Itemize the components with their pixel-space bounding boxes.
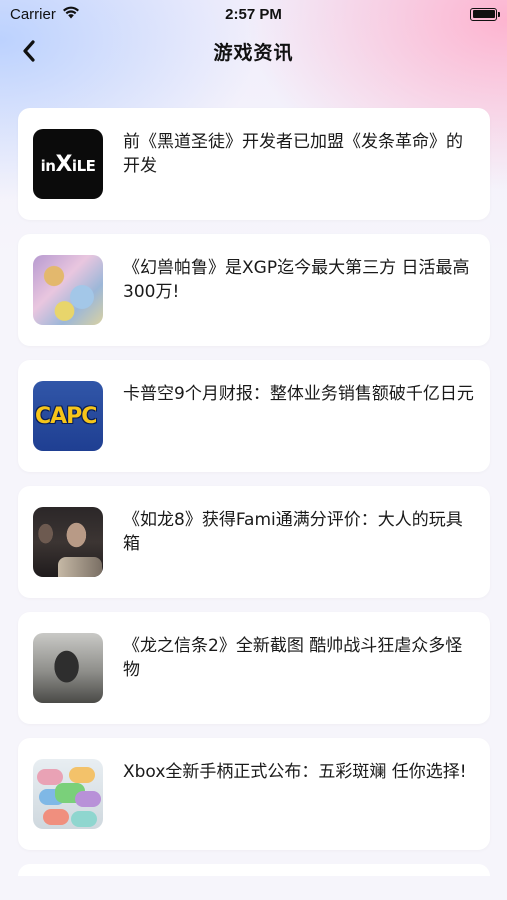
battery-icon xyxy=(470,7,500,21)
news-thumbnail-capcom: CAPC xyxy=(33,381,103,451)
chevron-left-icon xyxy=(23,40,35,62)
status-bar: Carrier 2:57 PM xyxy=(0,0,507,28)
page-title: 游戏资讯 xyxy=(213,41,294,64)
wifi-icon xyxy=(62,6,80,23)
news-item[interactable]: Xbox全新手柄正式公布：五彩斑斓 任你选择! xyxy=(18,738,490,850)
navigation-bar: 游戏资讯 xyxy=(0,28,507,74)
news-item[interactable]: CAPC 卡普空9个月财报：整体业务销售额破千亿日元 xyxy=(18,360,490,472)
news-item[interactable]: inXiLE 前《黑道圣徒》开发者已加盟《发条革命》的开发 xyxy=(18,108,490,220)
inxile-logo: inXiLE xyxy=(40,151,96,177)
news-title: 卡普空9个月财报：整体业务销售额破千亿日元 xyxy=(123,384,474,404)
bottom-edge xyxy=(0,876,507,900)
carrier-label: Carrier xyxy=(10,5,56,23)
news-thumbnail-xbox-controllers xyxy=(33,759,103,829)
news-thumbnail-inxile: inXiLE xyxy=(33,129,103,199)
news-item[interactable]: 《如龙8》获得Fami通满分评价：大人的玩具箱 xyxy=(18,486,490,598)
back-button[interactable] xyxy=(14,36,44,66)
news-title: 《龙之信条2》全新截图 酷帅战斗狂虐众多怪物 xyxy=(123,636,463,680)
news-item[interactable]: 《幻兽帕鲁》是XGP迄今最大第三方 日活最高300万! xyxy=(18,234,490,346)
news-title: 前《黑道圣徒》开发者已加盟《发条革命》的开发 xyxy=(123,132,463,176)
news-title: Xbox全新手柄正式公布：五彩斑斓 任你选择! xyxy=(123,762,467,782)
news-title: 《幻兽帕鲁》是XGP迄今最大第三方 日活最高300万! xyxy=(123,258,470,302)
news-list: inXiLE 前《黑道圣徒》开发者已加盟《发条革命》的开发 《幻兽帕鲁》是XGP… xyxy=(18,108,490,864)
news-item[interactable]: 《龙之信条2》全新截图 酷帅战斗狂虐众多怪物 xyxy=(18,612,490,724)
news-title: 《如龙8》获得Fami通满分评价：大人的玩具箱 xyxy=(123,510,463,554)
news-thumbnail-dragons-dogma xyxy=(33,633,103,703)
news-thumbnail-palworld xyxy=(33,255,103,325)
news-thumbnail-yakuza xyxy=(33,507,103,577)
capcom-logo: CAPC xyxy=(35,403,97,429)
